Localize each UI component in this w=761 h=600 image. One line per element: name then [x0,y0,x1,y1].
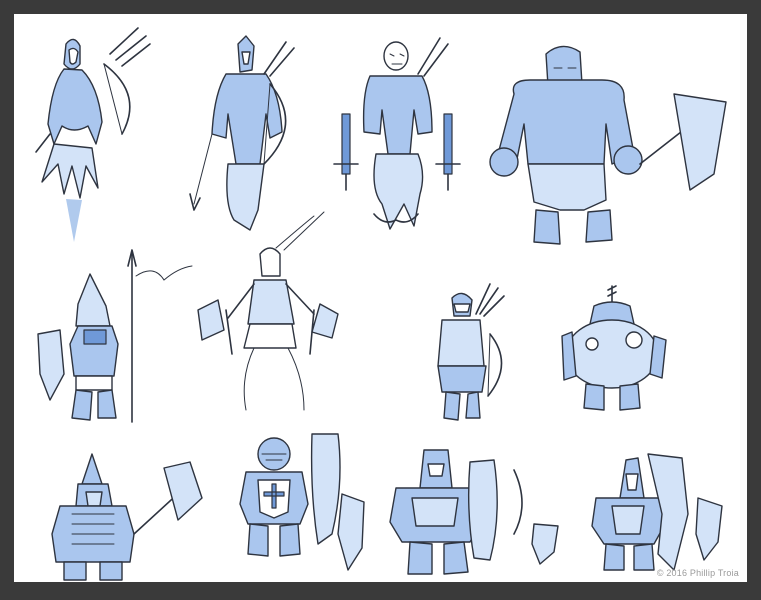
mech-dwarf-figure [561,285,667,411]
sketch-canvas [35,27,727,581]
armored-archer-figure [189,35,295,231]
crystal-knight-figure [591,453,723,571]
heavy-knight-figure [389,449,559,575]
hooded-archer-figure [35,27,151,242]
spiked-dwarf-figure [51,453,203,581]
shield-knight-figure [239,433,365,571]
skull-spirit-figure [333,37,461,230]
copyright-credit: © 2016 Phillip Troia [656,568,739,578]
dual-axe-warrior-figure [197,211,339,411]
ranger-figure [437,283,505,421]
brute-axe-figure [489,45,727,245]
knight-spear-figure [37,249,193,423]
sketch-sheet: © 2016 Phillip Troia [14,14,747,582]
